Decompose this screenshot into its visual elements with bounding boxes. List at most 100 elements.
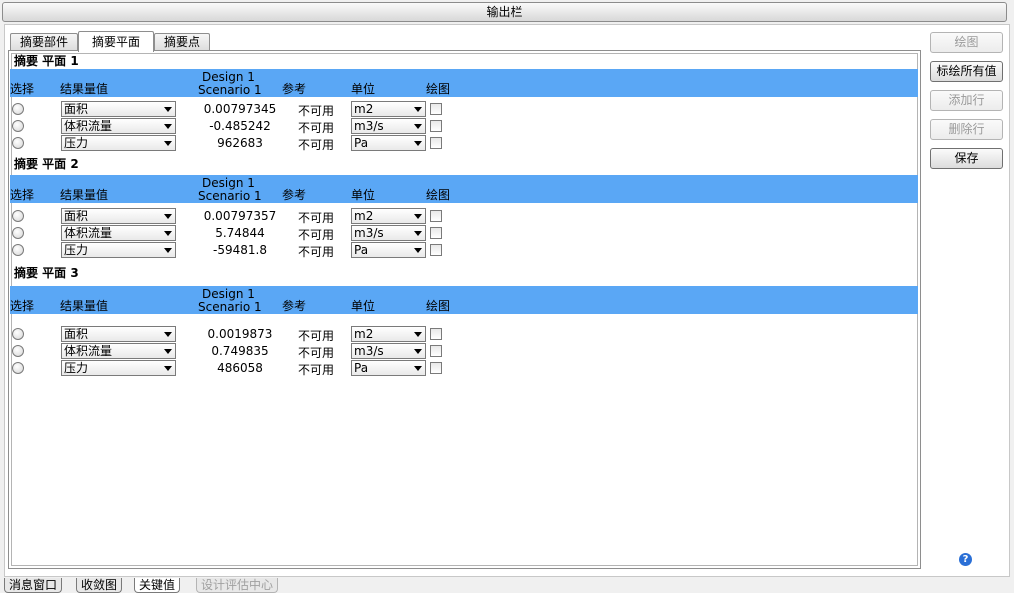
reference-value: 不可用 <box>297 228 334 242</box>
result-value: 0.00797357 <box>203 209 277 223</box>
table-row: 压力 486058 不可用 Pa <box>10 360 918 377</box>
result-value: 0.00797345 <box>203 102 277 116</box>
header-scenario: Scenario 1 <box>198 83 262 97</box>
tab-summary-points[interactable]: 摘要点 <box>154 33 210 51</box>
chevron-down-icon <box>164 349 172 354</box>
tab-summary-parts[interactable]: 摘要部件 <box>10 33 78 51</box>
plot-checkbox[interactable] <box>430 137 442 149</box>
chevron-down-icon <box>414 231 422 236</box>
table-header: 选择 结果量值 Design 1 Scenario 1 参考 单位 绘图 <box>10 69 918 97</box>
plot-checkbox[interactable] <box>430 345 442 357</box>
plot-checkbox[interactable] <box>430 244 442 256</box>
plot-checkbox[interactable] <box>430 227 442 239</box>
select-radio[interactable] <box>12 345 24 357</box>
tab-convergence-plot[interactable]: 收敛图 <box>76 578 123 593</box>
header-reference: 参考 <box>282 188 307 202</box>
chevron-down-icon <box>164 248 172 253</box>
result-value: 962683 <box>217 136 263 150</box>
chevron-down-icon <box>414 349 422 354</box>
result-value: 0.0019873 <box>207 327 273 341</box>
quantity-select[interactable]: 体积流量 <box>61 118 176 134</box>
unit-select[interactable]: Pa <box>351 242 426 258</box>
quantity-select[interactable]: 面积 <box>61 326 176 342</box>
select-radio[interactable] <box>12 362 24 374</box>
header-quantity: 结果量值 <box>60 82 109 96</box>
chevron-down-icon <box>414 332 422 337</box>
chevron-down-icon <box>164 366 172 371</box>
output-bar-title: 输出栏 <box>2 2 1007 22</box>
header-quantity: 结果量值 <box>60 299 109 313</box>
select-radio[interactable] <box>12 137 24 149</box>
plot-checkbox[interactable] <box>430 362 442 374</box>
tab-design-evaluation[interactable]: 设计评估中心 <box>196 578 279 593</box>
chevron-down-icon <box>164 231 172 236</box>
header-scenario: Scenario 1 <box>198 189 262 203</box>
unit-select[interactable]: Pa <box>351 360 426 376</box>
quantity-select[interactable]: 面积 <box>61 208 176 224</box>
chevron-down-icon <box>414 107 422 112</box>
header-select: 选择 <box>10 188 35 202</box>
table-header: 选择 结果量值 Design 1 Scenario 1 参考 单位 绘图 <box>10 286 918 314</box>
table-row: 面积 0.0019873 不可用 m2 <box>10 326 918 343</box>
plot-checkbox[interactable] <box>430 328 442 340</box>
table-header: 选择 结果量值 Design 1 Scenario 1 参考 单位 绘图 <box>10 175 918 203</box>
select-radio[interactable] <box>12 210 24 222</box>
unit-select[interactable]: m3/s <box>351 225 426 241</box>
unit-select[interactable]: m3/s <box>351 343 426 359</box>
quantity-select[interactable]: 压力 <box>61 242 176 258</box>
result-value: 486058 <box>217 361 263 375</box>
quantity-select[interactable]: 体积流量 <box>61 225 176 241</box>
reference-value: 不可用 <box>297 211 334 225</box>
plot-checkbox[interactable] <box>430 210 442 222</box>
header-plot: 绘图 <box>426 82 451 96</box>
reference-value: 不可用 <box>297 104 334 118</box>
quantity-select[interactable]: 面积 <box>61 101 176 117</box>
header-quantity: 结果量值 <box>60 188 109 202</box>
plot-button[interactable]: 绘图 <box>930 32 1003 53</box>
reference-value: 不可用 <box>297 245 334 259</box>
header-plot: 绘图 <box>426 188 451 202</box>
unit-select[interactable]: m2 <box>351 101 426 117</box>
quantity-select[interactable]: 体积流量 <box>61 343 176 359</box>
section-title: 摘要 平面 1 <box>14 54 79 68</box>
plot-checkbox[interactable] <box>430 103 442 115</box>
tab-summary-planes[interactable]: 摘要平面 <box>78 31 154 52</box>
quantity-select[interactable]: 压力 <box>61 360 176 376</box>
table-row: 体积流量 5.74844 不可用 m3/s <box>10 225 918 242</box>
unit-select[interactable]: m2 <box>351 208 426 224</box>
section-title: 摘要 平面 2 <box>14 157 79 171</box>
chevron-down-icon <box>414 366 422 371</box>
tab-key-values[interactable]: 关键值 <box>134 578 181 593</box>
save-button[interactable]: 保存 <box>930 148 1003 169</box>
table-row: 压力 -59481.8 不可用 Pa <box>10 242 918 259</box>
unit-select[interactable]: m3/s <box>351 118 426 134</box>
tab-message-window[interactable]: 消息窗口 <box>4 578 63 593</box>
header-unit: 单位 <box>351 188 376 202</box>
unit-select[interactable]: m2 <box>351 326 426 342</box>
add-row-button[interactable]: 添加行 <box>930 90 1003 111</box>
header-select: 选择 <box>10 299 35 313</box>
select-radio[interactable] <box>12 244 24 256</box>
chevron-down-icon <box>164 332 172 337</box>
unit-select[interactable]: Pa <box>351 135 426 151</box>
chevron-down-icon <box>414 141 422 146</box>
header-scenario: Scenario 1 <box>198 300 262 314</box>
chevron-down-icon <box>164 124 172 129</box>
help-icon[interactable]: ? <box>959 553 972 566</box>
select-radio[interactable] <box>12 120 24 132</box>
select-radio[interactable] <box>12 328 24 340</box>
header-reference: 参考 <box>282 82 307 96</box>
quantity-select[interactable]: 压力 <box>61 135 176 151</box>
result-value: -0.485242 <box>209 119 271 133</box>
chevron-down-icon <box>414 124 422 129</box>
plot-all-values-button[interactable]: 标绘所有值 <box>930 61 1003 82</box>
chevron-down-icon <box>414 214 422 219</box>
plot-checkbox[interactable] <box>430 120 442 132</box>
delete-row-button[interactable]: 删除行 <box>930 119 1003 140</box>
header-unit: 单位 <box>351 299 376 313</box>
reference-value: 不可用 <box>297 346 334 360</box>
chevron-down-icon <box>164 107 172 112</box>
select-radio[interactable] <box>12 227 24 239</box>
reference-value: 不可用 <box>297 363 334 377</box>
select-radio[interactable] <box>12 103 24 115</box>
